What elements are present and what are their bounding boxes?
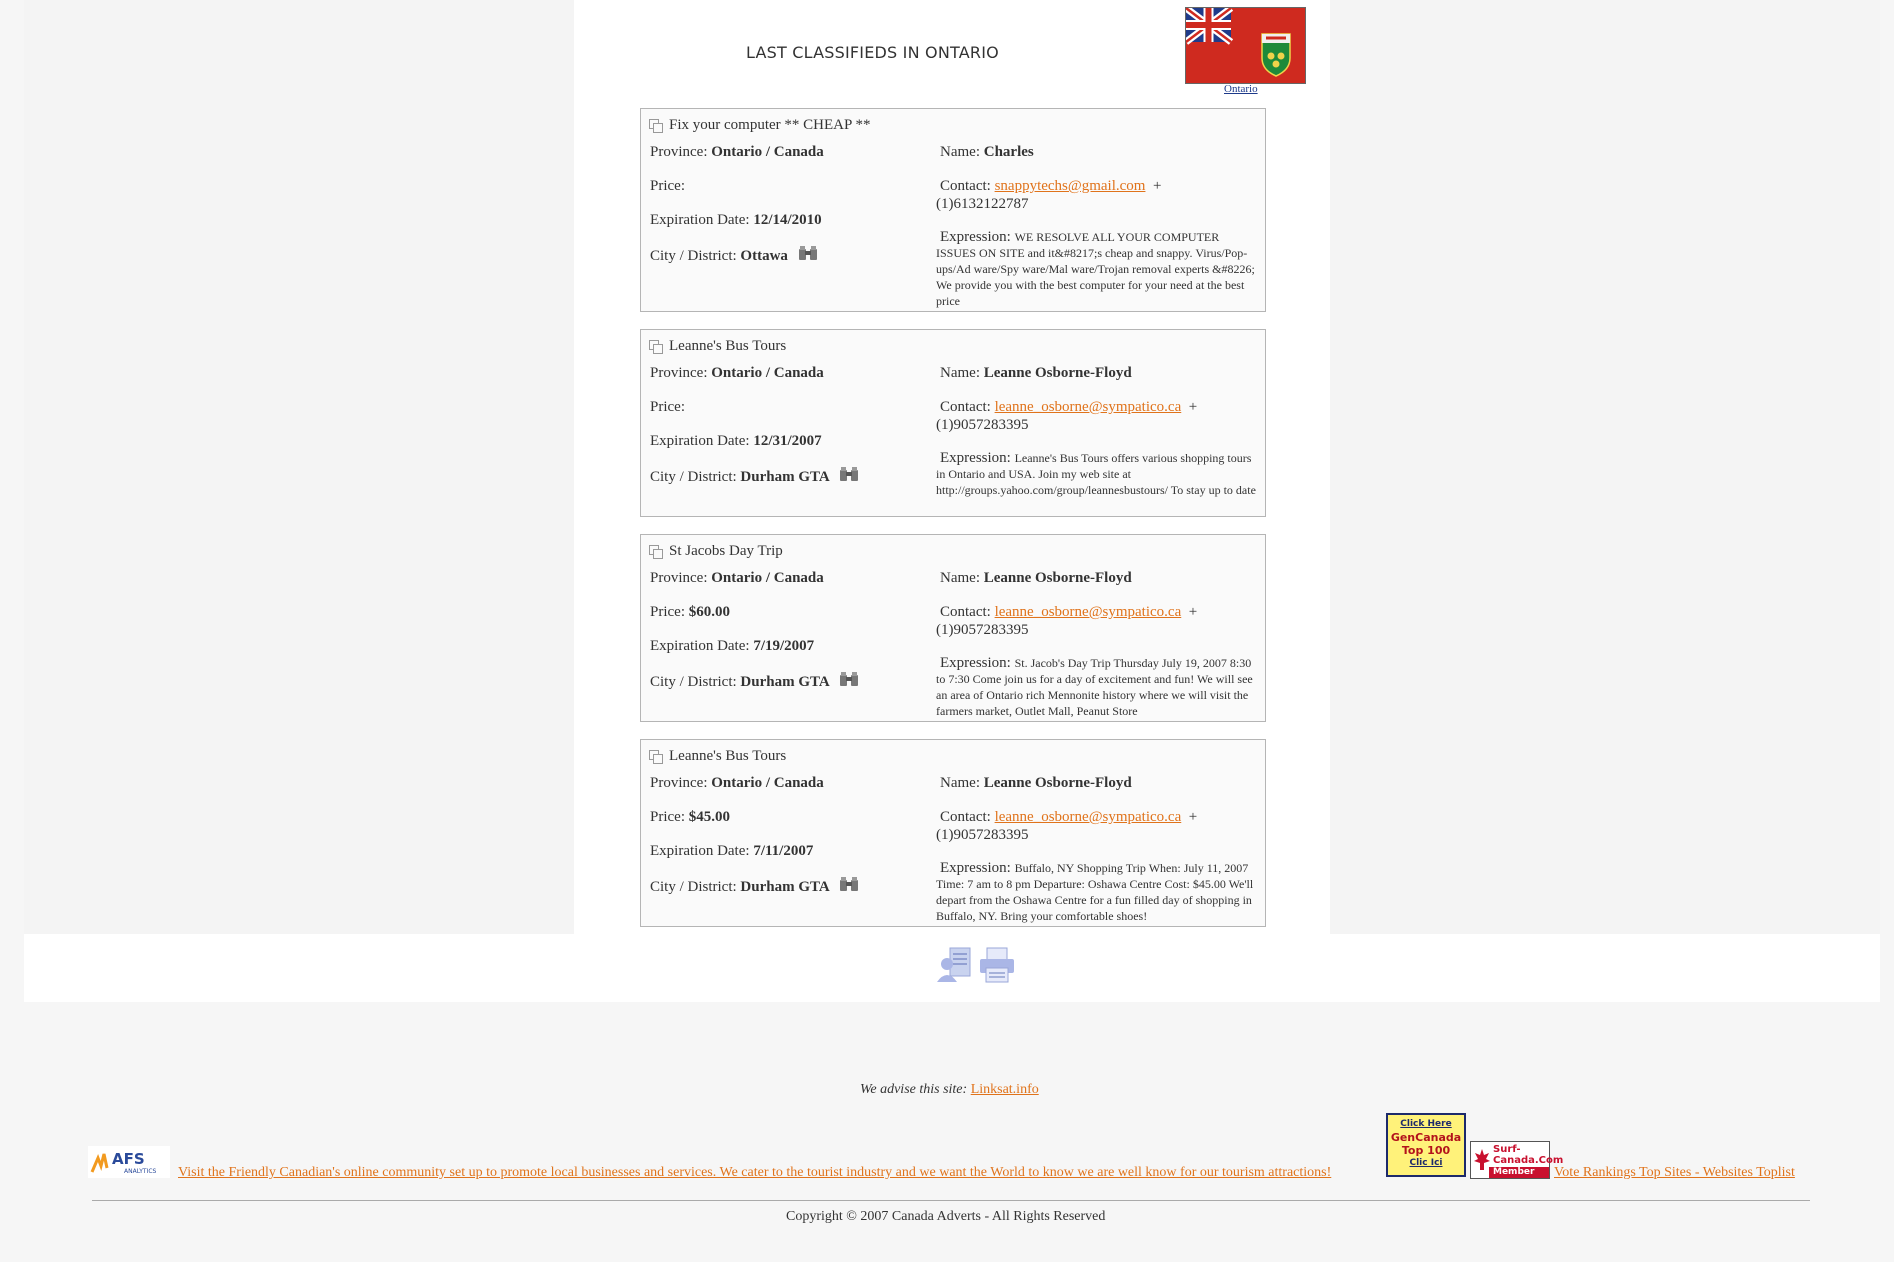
name-value: Leanne Osborne-Floyd: [983, 775, 1132, 791]
expiration-row: Expiration Date: 7/19/2007: [650, 638, 815, 654]
city-value: Durham GTA: [740, 469, 830, 485]
printer-icon[interactable]: [978, 946, 1016, 984]
linksat-link[interactable]: Linksat.info: [971, 1082, 1039, 1097]
name-row: Name: Leanne Osborne-Floyd: [940, 570, 1132, 586]
binoculars-icon[interactable]: [839, 466, 859, 482]
price-row: Price:: [650, 399, 685, 415]
svg-text:AFS: AFS: [112, 1150, 145, 1168]
surf-canada-member-badge[interactable]: Surf- Canada.Com Member: [1470, 1141, 1563, 1179]
copy-icon: [649, 118, 663, 133]
name-row: Name: Leanne Osborne-Floyd: [940, 365, 1132, 381]
province-row: Province: Ontario / Canada: [650, 775, 824, 791]
city-value: Durham GTA: [740, 879, 830, 895]
contact-row: Contact: leanne_osborne@sympatico.ca + (1…: [936, 399, 1198, 433]
ad-title[interactable]: St Jacobs Day Trip: [669, 543, 783, 560]
contact-email-link[interactable]: snappytechs@gmail.com: [995, 178, 1146, 194]
price-value: $60.00: [688, 604, 730, 620]
city-row: City / District: Ottawa: [650, 245, 930, 279]
ad-title-row[interactable]: Leanne's Bus Tours: [649, 338, 786, 355]
copy-icon: [649, 544, 663, 559]
expression-row: Expression: Leanne's Bus Tours offers va…: [936, 450, 1256, 497]
vote-rankings-link[interactable]: Vote Rankings Top Sites - Websites Topli…: [1554, 1165, 1795, 1181]
ad-title[interactable]: Leanne's Bus Tours: [669, 748, 786, 765]
contact-row: Contact: snappytechs@gmail.com + (1)61321…: [936, 178, 1162, 212]
expression-row: Expression: St. Jacob's Day Trip Thursda…: [936, 655, 1253, 718]
contact-phone: (1)6132122787: [936, 196, 1029, 212]
contact-email-link[interactable]: leanne_osborne@sympatico.ca: [995, 809, 1182, 825]
page-title: LAST CLASSIFIEDS IN ONTARIO: [746, 43, 999, 62]
name-row: Name: Charles: [940, 144, 1034, 160]
copy-icon: [649, 749, 663, 764]
classified-ad-2: Leanne's Bus Tours Province: Ontario / C…: [640, 329, 1266, 517]
province-row: Province: Ontario / Canada: [650, 570, 824, 586]
page-tools: [936, 946, 1016, 984]
contact-phone: (1)9057283395: [936, 417, 1029, 433]
contact-card-icon[interactable]: [936, 946, 974, 984]
name-value: Leanne Osborne-Floyd: [983, 570, 1132, 586]
ad-title-row[interactable]: St Jacobs Day Trip: [649, 543, 783, 560]
left-gutter: [24, 0, 574, 934]
footer-divider: [92, 1200, 1810, 1201]
ontario-link[interactable]: Ontario: [1224, 83, 1258, 95]
ad-title-row[interactable]: Fix your computer ** CHEAP **: [649, 117, 871, 134]
expiration-value: 12/14/2010: [753, 212, 822, 228]
binoculars-icon[interactable]: [839, 876, 859, 892]
gencanada-top100-badge[interactable]: Click Here GenCanada Top 100 Clic Ici: [1386, 1113, 1466, 1177]
svg-text:ANALYTICS: ANALYTICS: [124, 1168, 157, 1175]
city-row: City / District: Durham GTA: [650, 671, 930, 705]
classified-ad-4: Leanne's Bus Tours Province: Ontario / C…: [640, 739, 1266, 927]
copyright-text: Copyright © 2007 Canada Adverts - All Ri…: [786, 1209, 1106, 1224]
expiration-row: Expiration Date: 12/31/2007: [650, 433, 822, 449]
expiration-value: 7/19/2007: [753, 638, 815, 654]
classified-ad-1: Fix your computer ** CHEAP ** Province: …: [640, 108, 1266, 312]
province-value: Ontario / Canada: [711, 144, 824, 160]
price-row: Price:: [650, 178, 685, 194]
name-value: Leanne Osborne-Floyd: [983, 365, 1132, 381]
contact-email-link[interactable]: leanne_osborne@sympatico.ca: [995, 604, 1182, 620]
expression-row: Expression: WE RESOLVE ALL YOUR COMPUTER…: [936, 229, 1255, 308]
province-row: Province: Ontario / Canada: [650, 144, 824, 160]
expiration-value: 7/11/2007: [753, 843, 814, 859]
city-value: Ottawa: [740, 248, 788, 264]
ad-title-row[interactable]: Leanne's Bus Tours: [649, 748, 786, 765]
friendly-canadian-banner-link[interactable]: Visit the Friendly Canadian's online com…: [178, 1165, 1331, 1181]
name-value: Charles: [983, 144, 1034, 160]
binoculars-icon[interactable]: [839, 671, 859, 687]
expression-row: Expression: Buffalo, NY Shopping Trip Wh…: [936, 860, 1254, 923]
ad-title[interactable]: Fix your computer ** CHEAP **: [669, 117, 871, 134]
contact-row: Contact: leanne_osborne@sympatico.ca + (1…: [936, 604, 1198, 638]
city-row: City / District: Durham GTA: [650, 466, 930, 500]
advise-line: We advise this site: Linksat.info: [860, 1082, 1039, 1097]
province-value: Ontario / Canada: [711, 570, 824, 586]
ad-title[interactable]: Leanne's Bus Tours: [669, 338, 786, 355]
afs-analytics-logo[interactable]: AFS ANALYTICS: [88, 1146, 170, 1178]
copy-icon: [649, 339, 663, 354]
contact-phone: (1)9057283395: [936, 827, 1029, 843]
binoculars-icon[interactable]: [798, 245, 818, 261]
price-row: Price: $60.00: [650, 604, 730, 620]
expiration-row: Expiration Date: 7/11/2007: [650, 843, 814, 859]
name-row: Name: Leanne Osborne-Floyd: [940, 775, 1132, 791]
price-row: Price: $45.00: [650, 809, 730, 825]
city-row: City / District: Durham GTA: [650, 876, 930, 910]
right-gutter: [1330, 0, 1880, 934]
contact-email-link[interactable]: leanne_osborne@sympatico.ca: [995, 399, 1182, 415]
contact-row: Contact: leanne_osborne@sympatico.ca + (1…: [936, 809, 1198, 843]
province-row: Province: Ontario / Canada: [650, 365, 824, 381]
expiration-row: Expiration Date: 12/14/2010: [650, 212, 822, 228]
ontario-flag[interactable]: [1185, 7, 1306, 84]
price-value: $45.00: [688, 809, 730, 825]
province-value: Ontario / Canada: [711, 775, 824, 791]
maple-leaf-icon: [1474, 1149, 1490, 1170]
city-value: Durham GTA: [740, 674, 830, 690]
province-value: Ontario / Canada: [711, 365, 824, 381]
expiration-value: 12/31/2007: [753, 433, 822, 449]
classified-ad-3: St Jacobs Day Trip Province: Ontario / C…: [640, 534, 1266, 722]
contact-phone: (1)9057283395: [936, 622, 1029, 638]
